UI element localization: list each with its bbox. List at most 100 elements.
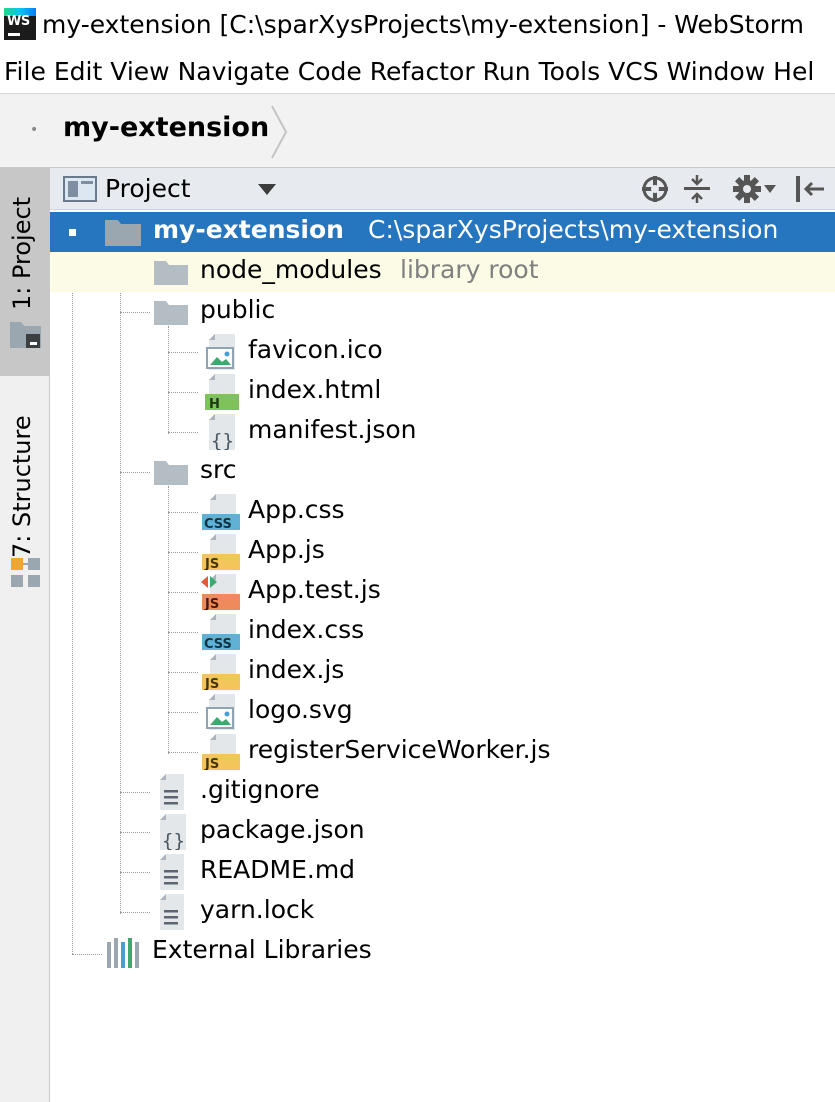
text-file-icon: [160, 894, 184, 930]
tree-row-file[interactable]: CSS App.css: [50, 492, 835, 532]
file-name: favicon.ico: [248, 335, 383, 364]
tree-row-file[interactable]: {} package.json: [50, 812, 835, 852]
menu-navigate[interactable]: Navigate: [178, 52, 290, 92]
image-file-icon: [206, 334, 235, 370]
tree-row-file[interactable]: logo.svg: [50, 692, 835, 732]
html-file-icon: H: [205, 374, 239, 410]
file-name: README.md: [200, 855, 356, 884]
svg-text:H: H: [209, 397, 220, 410]
project-tree: my-extension C:\sparXysProjects\my-exten…: [50, 210, 835, 1102]
css-file-icon: CSS: [202, 614, 240, 650]
json-file-icon: {}: [160, 814, 186, 850]
svg-text:CSS: CSS: [204, 637, 232, 650]
external-libraries-icon: [107, 938, 139, 968]
test-js-file-icon: JS: [201, 574, 240, 610]
tree-row-file[interactable]: favicon.ico: [50, 332, 835, 372]
nav-dot-icon: •: [30, 122, 39, 138]
folder-icon: [154, 301, 188, 325]
file-name: index.js: [248, 655, 345, 684]
tree-row-external-libraries[interactable]: External Libraries: [50, 932, 835, 972]
svg-text:CSS: CSS: [204, 517, 232, 530]
menu-code[interactable]: Code: [298, 52, 362, 92]
collapse-all-icon[interactable]: [682, 173, 712, 205]
file-name: App.test.js: [248, 575, 381, 604]
svg-text:JS: JS: [204, 597, 219, 610]
title-bar: WS my-extension [C:\sparXysProjects\my-e…: [0, 0, 835, 52]
tree-row-root[interactable]: my-extension C:\sparXysProjects\my-exten…: [50, 212, 835, 252]
tree-row-src[interactable]: src: [50, 452, 835, 492]
public-folder-name: public: [200, 295, 276, 324]
menu-window[interactable]: Window: [667, 52, 766, 92]
tree-row-file[interactable]: .gitignore: [50, 772, 835, 812]
view-dropdown-chevron-down-icon[interactable]: [257, 182, 277, 196]
tree-row-file[interactable]: yarn.lock: [50, 892, 835, 932]
menu-edit[interactable]: Edit: [54, 52, 102, 92]
tab-project[interactable]: 1: Project: [0, 168, 50, 376]
file-name: index.html: [248, 375, 382, 404]
structure-icon: [11, 558, 40, 587]
menu-refactor[interactable]: Refactor: [370, 52, 475, 92]
css-file-icon: CSS: [202, 494, 240, 530]
text-file-icon: [160, 854, 184, 890]
tree-row-file[interactable]: {} manifest.json: [50, 412, 835, 452]
tree-row-file[interactable]: CSS index.css: [50, 612, 835, 652]
root-folder-path: C:\sparXysProjects\my-extension: [368, 215, 779, 244]
folder-icon: [105, 220, 141, 246]
image-file-icon: [206, 694, 235, 730]
menu-tools[interactable]: Tools: [539, 52, 601, 92]
menu-file[interactable]: File: [4, 52, 46, 92]
svg-text:JS: JS: [204, 557, 219, 570]
src-folder-name: src: [200, 455, 237, 484]
breadcrumb-project[interactable]: my-extension: [63, 112, 269, 143]
tree-row-file[interactable]: H index.html: [50, 372, 835, 412]
collapse-marker-icon[interactable]: [69, 229, 76, 236]
file-name: manifest.json: [248, 415, 417, 444]
file-name: App.js: [248, 535, 325, 564]
webstorm-logo-icon: WS: [4, 8, 36, 40]
menu-run[interactable]: Run: [483, 52, 531, 92]
project-tab-folder-icon: [10, 322, 41, 348]
settings-chevron-down-icon[interactable]: [764, 184, 776, 194]
js-file-icon: JS: [202, 534, 240, 570]
breadcrumb-chevron-icon: [271, 105, 288, 159]
navigation-bar: • my-extension: [0, 93, 835, 168]
json-file-icon: {}: [209, 414, 235, 450]
menu-vcs[interactable]: VCS: [608, 52, 658, 92]
project-panel-header: Project: [50, 168, 835, 210]
file-name: index.css: [248, 615, 365, 644]
panel-title[interactable]: Project: [105, 174, 191, 203]
menu-help[interactable]: Hel: [773, 52, 814, 92]
js-file-icon: JS: [202, 734, 240, 770]
tree-row-public[interactable]: public: [50, 292, 835, 332]
svg-text:{}: {}: [162, 830, 185, 850]
tab-structure-label: 7: Structure: [8, 415, 36, 558]
file-name: .gitignore: [200, 775, 320, 804]
tree-row-node-modules[interactable]: node_modules library root: [50, 252, 835, 292]
external-libraries-label: External Libraries: [152, 935, 372, 964]
tab-structure[interactable]: 7: Structure: [0, 398, 50, 598]
tree-row-file[interactable]: README.md: [50, 852, 835, 892]
settings-gear-icon[interactable]: [732, 174, 762, 204]
folder-icon: [154, 261, 188, 285]
file-name: logo.svg: [248, 695, 353, 724]
tree-row-file[interactable]: JS App.js: [50, 532, 835, 572]
svg-text:JS: JS: [204, 677, 219, 690]
file-name: registerServiceWorker.js: [248, 735, 551, 764]
project-view-icon: [63, 176, 97, 202]
window-title: my-extension [C:\sparXysProjects\my-exte…: [42, 10, 804, 39]
file-name: package.json: [200, 815, 365, 844]
menu-bar: File Edit View Navigate Code Refactor Run Tools…: [0, 52, 835, 92]
svg-text:JS: JS: [204, 757, 219, 770]
tree-row-file[interactable]: JS App.test.js: [50, 572, 835, 612]
file-name: App.css: [248, 495, 345, 524]
svg-text:{}: {}: [211, 430, 234, 450]
scroll-from-source-icon[interactable]: [640, 174, 670, 204]
menu-view[interactable]: View: [110, 52, 169, 92]
file-name: yarn.lock: [200, 895, 315, 924]
tree-row-file[interactable]: JS index.js: [50, 652, 835, 692]
folder-icon: [154, 461, 188, 485]
text-file-icon: [160, 774, 184, 810]
tree-row-file[interactable]: JS registerServiceWorker.js: [50, 732, 835, 772]
hide-panel-icon[interactable]: [794, 174, 826, 204]
tool-window-strip: 1: Project 7: Structure: [0, 168, 50, 1102]
